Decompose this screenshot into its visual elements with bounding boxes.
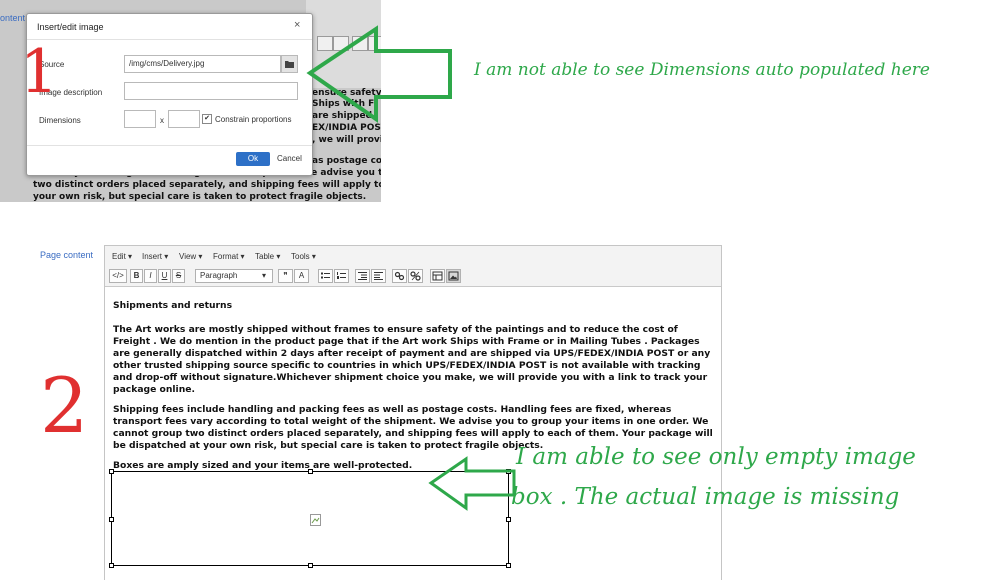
constrain-proportions-label: Constrain proportions	[215, 115, 292, 124]
height-input[interactable]	[168, 110, 200, 128]
background-text-line: your own risk, but special care is taken…	[33, 192, 367, 202]
content-heading: Shipments and returns	[113, 300, 233, 311]
editor-menubar: Edit ▾ Insert ▾ View ▾ Format ▾ Table ▾ …	[105, 246, 721, 267]
annotation-marker-two: 2	[40, 361, 89, 450]
dialog-title: Insert/edit image	[37, 22, 104, 32]
bullet-list-icon	[321, 272, 330, 279]
underline-button[interactable]: U	[158, 269, 171, 283]
blockquote-button[interactable]: ❞	[278, 269, 293, 283]
table-icon	[432, 271, 443, 281]
resize-handle[interactable]	[506, 517, 511, 522]
resize-handle[interactable]	[109, 563, 114, 568]
resize-handle[interactable]	[109, 517, 114, 522]
annotation-note-two-line1: I am able to see only empty image	[516, 444, 916, 470]
annotation-arrow-two	[428, 456, 516, 511]
annotation-note-two-line2: box . The actual image is missing	[511, 484, 900, 510]
bold-button[interactable]: B	[130, 269, 143, 283]
indent-button[interactable]	[371, 269, 386, 283]
indent-icon	[374, 272, 383, 280]
format-select-value: Paragraph	[200, 271, 238, 280]
image-button[interactable]	[446, 269, 461, 283]
outdent-button[interactable]	[355, 269, 370, 283]
constrain-proportions-checkbox[interactable]: ✔	[202, 114, 212, 124]
annotation-arrow-one	[306, 25, 452, 123]
annotation-marker-one: 1	[20, 37, 59, 107]
source-input[interactable]: /img/cms/Delivery.jpg	[124, 55, 281, 73]
menu-insert[interactable]: Insert ▾	[142, 252, 168, 261]
browse-button[interactable]	[281, 55, 298, 73]
format-select[interactable]: Paragraph ▾	[195, 269, 273, 283]
resize-handle[interactable]	[308, 469, 313, 474]
background-text-line: as postage cos	[312, 156, 381, 166]
annotation-note-one: I am not able to see Dimensions auto pop…	[474, 60, 930, 80]
text-color-button[interactable]: A	[294, 269, 309, 283]
folder-icon	[285, 61, 294, 68]
numbered-list-icon	[337, 272, 346, 279]
background-text-line: , we will provi	[312, 135, 381, 145]
rich-text-editor: Edit ▾ Insert ▾ View ▾ Format ▾ Table ▾ …	[104, 245, 722, 580]
image-description-input[interactable]	[124, 82, 298, 100]
table-button[interactable]	[430, 269, 445, 283]
broken-image-icon	[310, 514, 321, 526]
source-code-button[interactable]: </>	[109, 269, 127, 283]
menu-format[interactable]: Format ▾	[213, 252, 245, 261]
bullet-list-button[interactable]	[318, 269, 333, 283]
dialog-divider	[27, 39, 312, 40]
content-paragraph: The Art works are mostly shipped without…	[113, 324, 711, 395]
dimensions-label: Dimensions	[39, 116, 81, 125]
editor-toolbar: </> B I U S Paragraph ▾ ❞ A	[105, 266, 721, 287]
resize-handle[interactable]	[308, 563, 313, 568]
unlink-button[interactable]	[408, 269, 423, 283]
menu-table[interactable]: Table ▾	[255, 252, 280, 261]
resize-handle[interactable]	[109, 469, 114, 474]
numbered-list-button[interactable]	[334, 269, 349, 283]
menu-edit[interactable]: Edit ▾	[112, 252, 132, 261]
resize-handle[interactable]	[506, 563, 511, 568]
dimension-times-sign: x	[160, 116, 164, 125]
image-icon	[448, 271, 459, 281]
link-button[interactable]	[392, 269, 407, 283]
outdent-icon	[358, 272, 367, 280]
cancel-button[interactable]: Cancel	[277, 154, 302, 163]
ok-button[interactable]: Ok	[236, 152, 270, 166]
width-input[interactable]	[124, 110, 156, 128]
menu-tools[interactable]: Tools ▾	[291, 252, 316, 261]
background-tab-label: ontent	[0, 13, 26, 23]
menu-view[interactable]: View ▾	[179, 252, 202, 261]
strikethrough-button[interactable]: S	[172, 269, 185, 283]
chevron-down-icon: ▾	[262, 271, 267, 280]
insert-edit-image-dialog: Insert/edit image × Source /img/cms/Deli…	[26, 13, 313, 176]
close-icon[interactable]: ×	[294, 19, 300, 31]
unlink-icon	[410, 271, 421, 281]
page-content-label: Page content	[40, 250, 94, 260]
link-icon	[394, 271, 405, 281]
italic-button[interactable]: I	[144, 269, 157, 283]
dialog-footer-divider	[27, 145, 312, 146]
background-text-line: two distinct orders placed separately, a…	[33, 180, 381, 190]
